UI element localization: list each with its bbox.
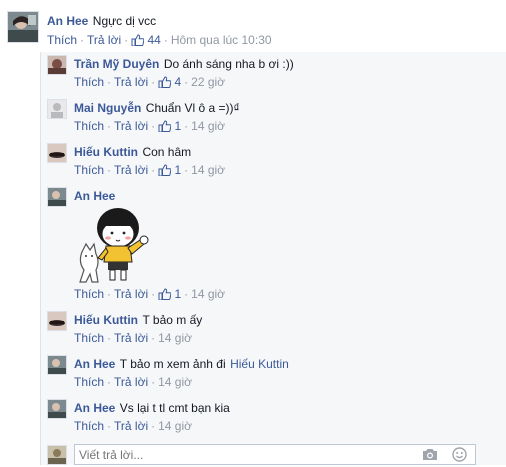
comment-author[interactable]: An Hee bbox=[74, 401, 115, 415]
smiley-icon[interactable] bbox=[452, 447, 467, 467]
comment-actions: Thích · Trả lời · 44 · Hôm qua lúc 10:30 bbox=[47, 33, 272, 47]
comment-time[interactable]: 14 giờ bbox=[191, 163, 225, 177]
comment-time[interactable]: 14 giờ bbox=[158, 331, 192, 345]
like-button[interactable]: Thích bbox=[74, 119, 104, 133]
like-button[interactable]: Thích bbox=[74, 419, 104, 433]
comment-actions: Thích · Trả lời · 1 · 14 giờ bbox=[74, 119, 226, 133]
comment-time[interactable]: 14 giờ bbox=[158, 375, 192, 389]
reply-input-box[interactable] bbox=[74, 444, 476, 465]
reply-comment: Hiếu Kuttin Con hâm bbox=[74, 143, 191, 161]
like-count[interactable]: 1 bbox=[158, 119, 181, 133]
mention-link[interactable]: Hiếu Kuttin bbox=[230, 357, 289, 371]
reply-button[interactable]: Trả lời bbox=[114, 287, 148, 301]
comment-time[interactable]: 14 giờ bbox=[158, 419, 192, 433]
avatar[interactable] bbox=[47, 311, 67, 331]
avatar[interactable] bbox=[47, 399, 67, 419]
like-button[interactable]: Thích bbox=[47, 33, 77, 47]
like-count-value: 44 bbox=[147, 33, 161, 47]
avatar[interactable] bbox=[47, 355, 67, 375]
comment-actions: Thích · Trả lời · 14 giờ bbox=[74, 331, 192, 345]
like-button[interactable]: Thích bbox=[74, 287, 104, 301]
like-count-value: 1 bbox=[174, 163, 182, 177]
comment-time[interactable]: 14 giờ bbox=[191, 287, 225, 301]
comment-author[interactable]: An Hee bbox=[74, 357, 115, 371]
thumbs-up-icon bbox=[158, 288, 172, 300]
comment-time[interactable]: 14 giờ bbox=[191, 119, 225, 133]
comment-author[interactable]: Hiếu Kuttin bbox=[74, 145, 138, 159]
like-button[interactable]: Thích bbox=[74, 163, 104, 177]
comment-author[interactable]: Trần Mỹ Duyên bbox=[74, 57, 159, 71]
comment-text: Vs lại t tl cmt bạn kia bbox=[119, 401, 230, 415]
avatar bbox=[47, 445, 67, 465]
reply-button[interactable]: Trả lời bbox=[114, 163, 148, 177]
reply-comment: An Hee bbox=[74, 187, 115, 205]
reply-comment: Mai Nguyễn Chuẩn Vl ô a =))₫ bbox=[74, 99, 240, 117]
comment-author[interactable]: Hiếu Kuttin bbox=[74, 313, 138, 327]
comment-text: T bảo m ấy bbox=[142, 313, 203, 327]
avatar[interactable] bbox=[47, 143, 67, 163]
comment-author[interactable]: Mai Nguyễn bbox=[74, 101, 141, 115]
comment-text: Con hâm bbox=[142, 145, 192, 159]
like-count-value: 1 bbox=[174, 119, 182, 133]
thumbs-up-icon bbox=[131, 34, 145, 46]
like-count-value: 4 bbox=[174, 75, 182, 89]
reply-comment: An Hee T bảo m xem ảnh đi Hiếu Kuttin bbox=[74, 355, 289, 373]
comment-author[interactable]: An Hee bbox=[74, 189, 115, 203]
comment-text: Chuẩn Vl ô a =))₫ bbox=[145, 101, 240, 115]
reply-button[interactable]: Trả lời bbox=[114, 75, 148, 89]
reply-input[interactable] bbox=[79, 446, 409, 463]
comment-actions: Thích · Trả lời · 1 · 14 giờ bbox=[74, 287, 226, 301]
like-count-value: 1 bbox=[174, 287, 182, 301]
comment-author[interactable]: An Hee bbox=[47, 14, 88, 28]
comment-time[interactable]: Hôm qua lúc 10:30 bbox=[171, 33, 272, 47]
comment-text: T bảo m xem ảnh đi bbox=[119, 357, 226, 371]
main-comment: An Hee Ngực dị vcc bbox=[47, 12, 156, 30]
thumbs-up-icon bbox=[158, 120, 172, 132]
reply-comment: Trần Mỹ Duyên Do ánh sáng nha b ơi :)) bbox=[74, 55, 294, 73]
like-count[interactable]: 1 bbox=[158, 287, 181, 301]
comment-text: Do ánh sáng nha b ơi :)) bbox=[163, 57, 294, 71]
comment-actions: Thích · Trả lời · 4 · 22 giờ bbox=[74, 75, 226, 89]
reply-button[interactable]: Trả lời bbox=[114, 375, 148, 389]
like-button[interactable]: Thích bbox=[74, 331, 104, 345]
sticker[interactable] bbox=[78, 204, 156, 286]
avatar[interactable] bbox=[7, 11, 39, 43]
reply-button[interactable]: Trả lời bbox=[114, 331, 148, 345]
comment-time[interactable]: 22 giờ bbox=[191, 75, 225, 89]
like-count[interactable]: 1 bbox=[158, 163, 181, 177]
like-button[interactable]: Thích bbox=[74, 375, 104, 389]
avatar[interactable] bbox=[47, 99, 67, 119]
reply-button[interactable]: Trả lời bbox=[87, 33, 121, 47]
avatar[interactable] bbox=[47, 55, 67, 75]
avatar[interactable] bbox=[47, 187, 67, 207]
comment-actions: Thích · Trả lời · 14 giờ bbox=[74, 375, 192, 389]
like-count[interactable]: 4 bbox=[158, 75, 181, 89]
reply-button[interactable]: Trả lời bbox=[114, 419, 148, 433]
camera-icon[interactable] bbox=[422, 448, 438, 466]
like-button[interactable]: Thích bbox=[74, 75, 104, 89]
reply-comment: Hiếu Kuttin T bảo m ấy bbox=[74, 311, 202, 329]
thumbs-up-icon bbox=[158, 164, 172, 176]
reply-comment: An Hee Vs lại t tl cmt bạn kia bbox=[74, 399, 230, 417]
comment-text: Ngực dị vcc bbox=[92, 14, 157, 28]
comment-actions: Thích · Trả lời · 1 · 14 giờ bbox=[74, 163, 226, 177]
like-count[interactable]: 44 bbox=[131, 33, 161, 47]
comment-actions: Thích · Trả lời · 14 giờ bbox=[74, 419, 192, 433]
reply-button[interactable]: Trả lời bbox=[114, 119, 148, 133]
thumbs-up-icon bbox=[158, 76, 172, 88]
